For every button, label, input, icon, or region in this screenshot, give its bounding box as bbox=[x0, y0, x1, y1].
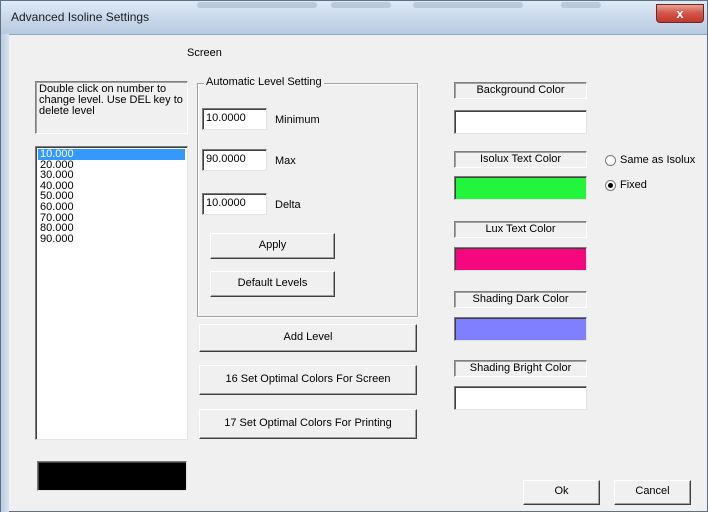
background-color-label: Background Color bbox=[454, 82, 587, 99]
levels-list: 10.000 20.000 30.000 40.000 50.000 60.000 70.0… bbox=[38, 149, 185, 244]
minimum-label: Minimum bbox=[275, 114, 320, 126]
window-title: Advanced Isoline Settings bbox=[11, 10, 150, 24]
max-input[interactable]: 90.0000 bbox=[202, 149, 267, 171]
title-bar-blur bbox=[561, 2, 601, 8]
add-level-button[interactable]: Add Level bbox=[199, 324, 417, 352]
lux-text-color-label: Lux Text Color bbox=[454, 221, 587, 238]
default-levels-button[interactable]: Default Levels bbox=[210, 271, 335, 297]
shading-bright-color-label: Shading Bright Color bbox=[454, 360, 587, 377]
title-bar-blur bbox=[413, 2, 523, 8]
max-label: Max bbox=[275, 155, 296, 167]
radio-selected-dot-icon bbox=[608, 183, 613, 188]
cancel-button[interactable]: Cancel bbox=[614, 480, 691, 505]
level-list-item[interactable]: 90.000 bbox=[38, 233, 185, 245]
lux-text-color-swatch[interactable] bbox=[454, 247, 587, 271]
title-bar-blur bbox=[197, 2, 317, 8]
instructions-label: Double click on number to change level. … bbox=[39, 83, 183, 117]
optimal-colors-screen-button[interactable]: 16 Set Optimal Colors For Screen bbox=[199, 365, 417, 395]
title-bar[interactable]: Advanced Isoline Settings x bbox=[1, 1, 707, 35]
instructions-text: Double click on number to change level. … bbox=[35, 81, 188, 134]
isolux-text-color-label: Isolux Text Color bbox=[454, 151, 587, 168]
bottom-color-swatch[interactable] bbox=[37, 461, 187, 491]
window-frame bbox=[1, 34, 9, 512]
radio-circle-icon bbox=[605, 180, 616, 191]
background-color-swatch[interactable] bbox=[454, 110, 587, 134]
radio-circle-icon bbox=[605, 155, 616, 166]
shading-dark-color-swatch[interactable] bbox=[454, 317, 587, 341]
delta-input[interactable]: 10.0000 bbox=[202, 193, 267, 215]
radio-same-as-isolux-label: Same as Isolux bbox=[620, 154, 696, 166]
ok-button[interactable]: Ok bbox=[523, 480, 600, 505]
levels-listbox[interactable]: 10.000 20.000 30.000 40.000 50.000 60.000 70.0… bbox=[35, 146, 188, 440]
optimal-colors-printing-button[interactable]: 17 Set Optimal Colors For Printing bbox=[199, 409, 417, 439]
level-list-item[interactable]: 60.000 bbox=[38, 202, 185, 213]
dialog-client-area: Screen Double click on number to change … bbox=[9, 35, 701, 511]
title-bar-blur bbox=[331, 2, 391, 8]
close-button[interactable]: x bbox=[656, 4, 704, 23]
screen-label: Screen bbox=[187, 47, 222, 59]
level-list-item[interactable]: 10.000 bbox=[38, 149, 185, 160]
isolux-text-color-swatch[interactable] bbox=[454, 176, 587, 200]
radio-fixed-label: Fixed bbox=[620, 179, 647, 191]
close-icon: x bbox=[676, 6, 684, 21]
shading-bright-color-swatch[interactable] bbox=[454, 386, 587, 410]
delta-label: Delta bbox=[275, 199, 301, 211]
automatic-level-group-label: Automatic Level Setting bbox=[204, 76, 324, 88]
minimum-input[interactable]: 10.0000 bbox=[202, 108, 267, 130]
apply-button[interactable]: Apply bbox=[210, 233, 335, 259]
dialog-window: Advanced Isoline Settings x Screen Doubl… bbox=[0, 0, 708, 512]
shading-dark-color-label: Shading Dark Color bbox=[454, 291, 587, 308]
